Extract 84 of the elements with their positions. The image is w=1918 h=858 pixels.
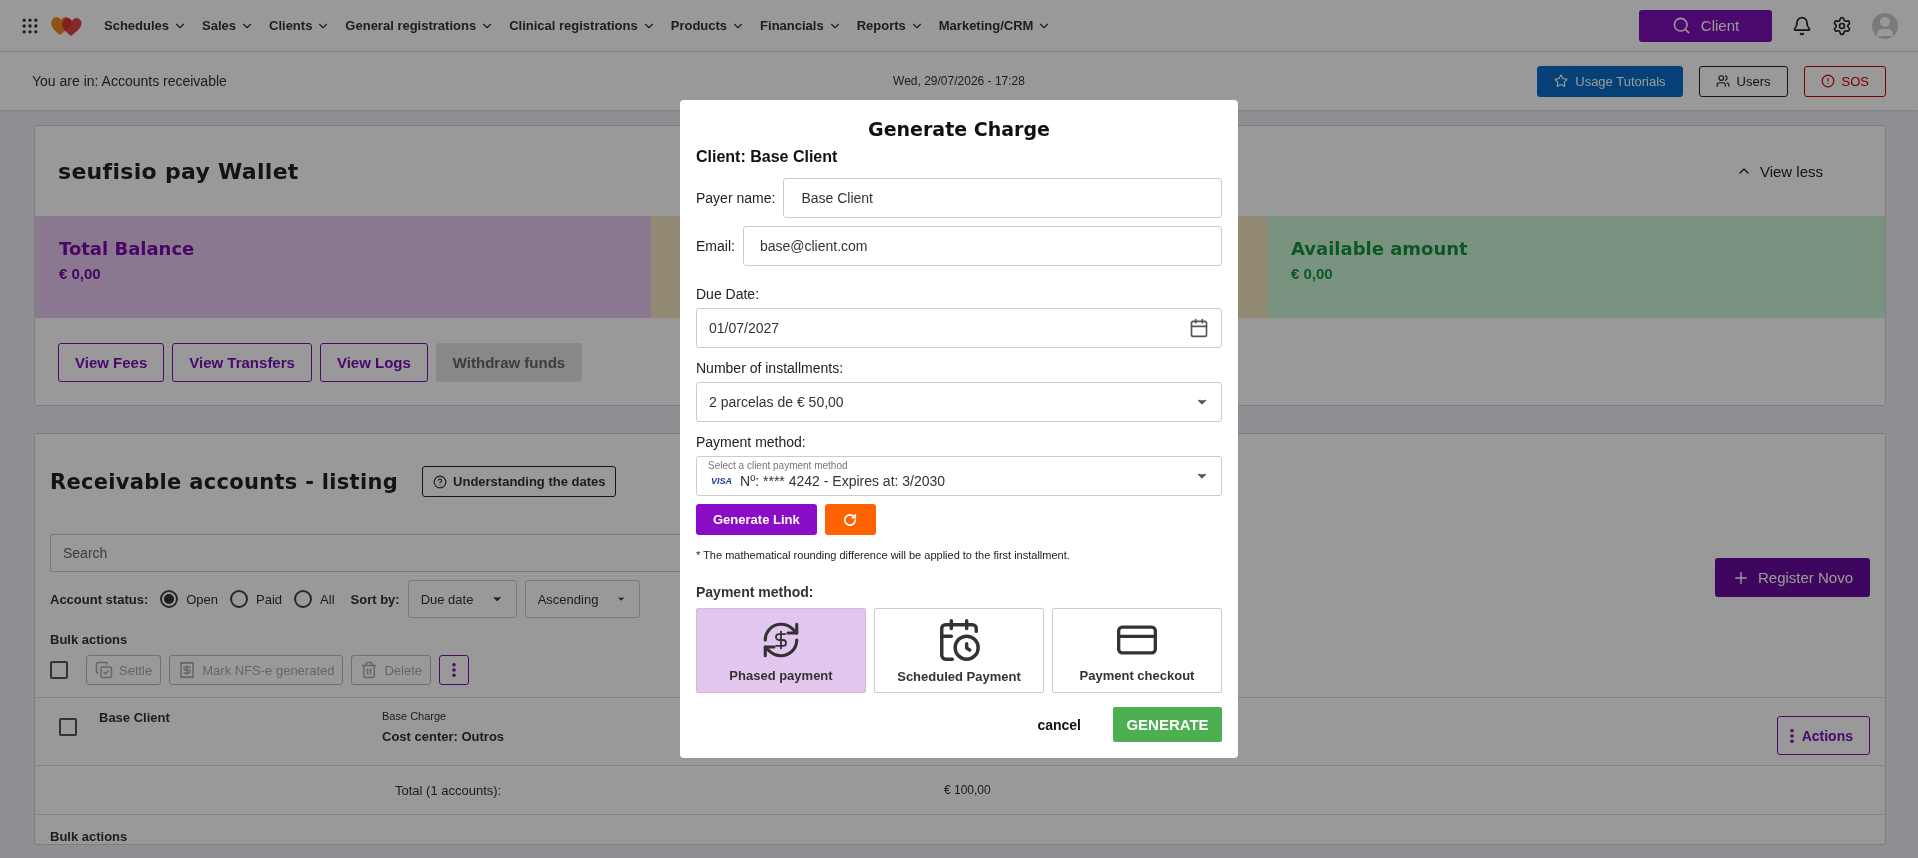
users-button[interactable]: Users: [1698, 65, 1788, 97]
generate-link-button[interactable]: Generate Link: [696, 504, 817, 535]
check-stack-icon: [95, 661, 113, 679]
rounding-note: * The mathematical rounding difference will be applied to the first installment.: [696, 549, 1070, 561]
status-radio[interactable]: [294, 590, 313, 608]
nav-menu-item[interactable]: Schedules: [104, 18, 188, 33]
actions-button[interactable]: Actions: [1776, 716, 1870, 755]
nav-menu-item[interactable]: Sales: [202, 18, 254, 33]
total-value: € 100,00: [944, 783, 991, 797]
alert-icon: [1820, 74, 1835, 88]
dates-help-button[interactable]: Understanding the dates: [422, 466, 617, 497]
due-date-field[interactable]: 01/07/2027: [696, 308, 1222, 348]
payment-method-select[interactable]: Select a client payment method VISA Nº: **** 4242 - Expires at: 3/2030: [696, 456, 1222, 496]
email-label: Email:: [696, 238, 735, 254]
status-option-label: Open: [186, 591, 219, 607]
payer-name-label: Payer name:: [696, 190, 776, 206]
settings-icon[interactable]: [1832, 15, 1852, 36]
refresh-button[interactable]: [824, 504, 876, 535]
sort-label: Sort by:: [350, 591, 400, 607]
cancel-button[interactable]: cancel: [1031, 715, 1087, 734]
select-all-checkbox[interactable]: [50, 661, 68, 679]
search-icon: [1671, 16, 1691, 35]
due-date-label: Due Date:: [696, 286, 760, 302]
status-radio[interactable]: [160, 590, 179, 608]
wallet-title: seufisio pay Wallet: [58, 158, 299, 184]
sort-select[interactable]: Due date: [407, 580, 517, 618]
more-icon: [452, 663, 457, 677]
status-label: Account status:: [50, 591, 149, 607]
nav-menu-item[interactable]: Reports: [856, 18, 924, 33]
users-icon: [1715, 74, 1730, 88]
wallet-action-button[interactable]: View Fees: [58, 343, 165, 382]
payment-option[interactable]: Payment checkout: [1052, 608, 1222, 693]
nav-menu-item[interactable]: General registrations: [345, 18, 495, 33]
client-heading: Client: Base Client: [696, 148, 838, 166]
email-field[interactable]: base@client.com: [742, 226, 1222, 266]
breadcrumb: You are in: Accounts receivable: [32, 73, 228, 89]
dialog-title: Generate Charge: [868, 118, 1050, 140]
more-icon: [1789, 728, 1794, 743]
hearts-logo: [50, 14, 84, 37]
total-label: Total (1 accounts):: [395, 782, 502, 798]
receipt-icon: [178, 661, 197, 679]
payment-method-label: Payment method:: [696, 434, 806, 450]
bulk-actions-label: Bulk actions: [50, 632, 128, 647]
calendar-icon: [1189, 318, 1209, 338]
current-datetime: Wed, 29/07/2026 - 17:28: [893, 74, 1025, 88]
sort-select[interactable]: Ascending: [524, 580, 640, 618]
nav-menu-item[interactable]: Clients: [269, 18, 331, 33]
notifications-icon[interactable]: [1792, 15, 1812, 36]
balance-label: Total Balance: [59, 238, 196, 259]
nav-menu-item[interactable]: Marketing/CRM: [938, 18, 1052, 33]
bulk-actions-label: Bulk actions: [50, 829, 128, 844]
nav-menu-item[interactable]: Clinical registrations: [509, 18, 656, 33]
more-actions-button[interactable]: [439, 655, 470, 685]
wallet-action-button[interactable]: View Logs: [319, 343, 428, 382]
payment-option[interactable]: Phased payment: [696, 608, 866, 693]
wallet-action-button[interactable]: View Transfers: [172, 343, 312, 382]
listing-title: Receivable accounts - listing: [50, 469, 399, 494]
payment-option[interactable]: Scheduled Payment: [874, 608, 1044, 693]
view-less-toggle[interactable]: View less: [1729, 161, 1829, 181]
client-name: Base Client: [99, 710, 170, 725]
payer-name-field[interactable]: Base Client: [783, 178, 1222, 218]
status-option-label: All: [320, 591, 335, 607]
payment-options-title: Payment method:: [696, 584, 814, 600]
status-radio[interactable]: [230, 590, 249, 608]
cost-center: Cost center: Outros: [382, 729, 505, 744]
search-field[interactable]: Search: [50, 534, 680, 572]
nav-menu-item[interactable]: Financials: [760, 18, 842, 33]
help-icon: [433, 474, 448, 489]
register-button[interactable]: Register Novo: [1714, 558, 1870, 597]
balance-amount: € 0,00: [59, 265, 102, 282]
balance-amount: € 0,00: [1291, 265, 1334, 282]
row-checkbox[interactable]: [59, 718, 77, 736]
tutorials-button[interactable]: Usage Tutorials: [1537, 65, 1683, 97]
nav-menu-item[interactable]: Products: [670, 18, 746, 33]
sos-button[interactable]: SOS: [1803, 65, 1886, 97]
balance-label: Available amount: [1291, 238, 1469, 259]
status-option-label: Paid: [256, 591, 283, 607]
refresh-icon: [843, 512, 858, 527]
installments-label: Number of installments:: [696, 360, 844, 376]
star-icon: [1554, 74, 1569, 88]
trash-icon: [360, 661, 379, 679]
client-search-button[interactable]: Client: [1639, 9, 1772, 42]
charge-description: Base Charge: [382, 710, 447, 722]
installments-select[interactable]: 2 parcelas de € 50,00: [696, 382, 1222, 422]
